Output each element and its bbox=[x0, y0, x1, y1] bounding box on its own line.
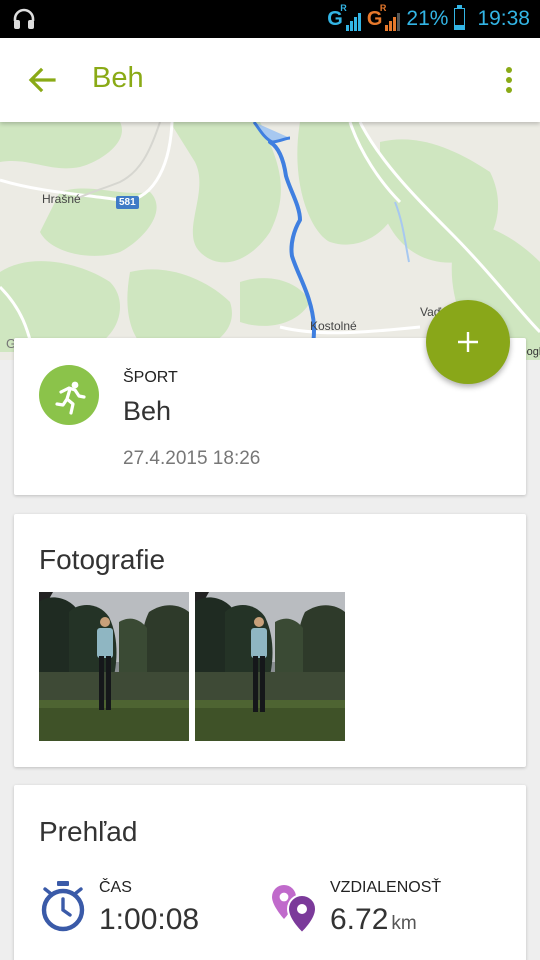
map-label-kostolne: Kostolné bbox=[310, 319, 357, 333]
road-shield: 581 bbox=[116, 196, 139, 209]
status-bar: G R G R 21% 19:38 bbox=[0, 0, 540, 38]
overview-card: Prehľad ČAS 1:00:08 VZDIALENOSŤ 6.72 km bbox=[14, 785, 526, 960]
sport-name: Beh bbox=[123, 396, 172, 426]
running-person-icon bbox=[55, 381, 86, 415]
distance-value: 6.72 bbox=[330, 903, 389, 936]
signal-2-icon: G R bbox=[367, 3, 401, 31]
photo-1[interactable] bbox=[39, 592, 189, 741]
network-1-sup: R bbox=[340, 3, 347, 13]
photos-title: Fotografie bbox=[39, 544, 166, 575]
map-label-hrasne: Hrašné bbox=[42, 192, 81, 206]
plus-icon bbox=[458, 332, 478, 352]
battery-percent: 21% bbox=[406, 7, 449, 30]
distance-value-wrap: 6.72 km bbox=[330, 903, 417, 937]
overview-title: Prehľad bbox=[39, 816, 138, 847]
photos-card: Fotografie bbox=[14, 514, 526, 767]
headphones-icon bbox=[12, 7, 36, 36]
battery-fill bbox=[455, 24, 465, 29]
sport-icon-circle bbox=[39, 365, 99, 425]
page-title: Beh bbox=[92, 62, 144, 94]
add-button[interactable] bbox=[426, 300, 510, 384]
distance-label: VZDIALENOSŤ bbox=[330, 879, 442, 896]
clock: 19:38 bbox=[477, 7, 530, 30]
time-value: 1:00:08 bbox=[99, 903, 200, 936]
photo-2[interactable] bbox=[195, 592, 345, 741]
arrow-back-icon[interactable] bbox=[26, 64, 58, 96]
map-pins-icon bbox=[270, 883, 320, 940]
sport-category-label: ŠPORT bbox=[123, 369, 178, 386]
more-vert-icon[interactable] bbox=[502, 66, 516, 94]
signal-1-icon: G R bbox=[327, 3, 361, 31]
battery-icon bbox=[454, 5, 466, 30]
distance-unit: km bbox=[391, 913, 417, 934]
activity-datetime: 27.4.2015 18:26 bbox=[123, 448, 261, 469]
time-label: ČAS bbox=[99, 879, 132, 896]
app-bar: Beh bbox=[0, 38, 540, 122]
network-2-sup: R bbox=[379, 3, 387, 13]
stopwatch-icon bbox=[39, 881, 87, 938]
